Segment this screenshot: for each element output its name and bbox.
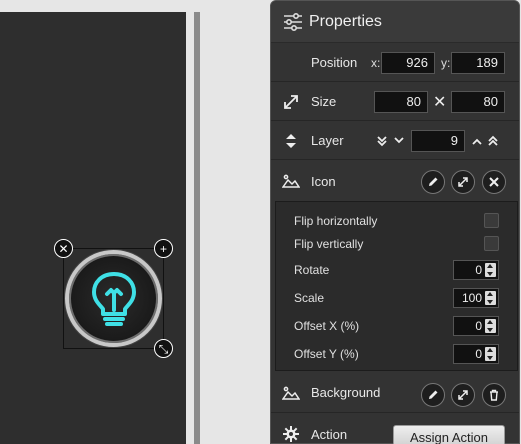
background-label: Background <box>311 385 381 400</box>
trash-icon <box>490 389 498 401</box>
flip-horizontal-label: Flip horizontally <box>294 214 378 228</box>
stepper-arrows-icon[interactable] <box>485 347 496 361</box>
image-icon <box>281 171 301 191</box>
icon-row: Icon <box>271 161 519 201</box>
icon-label: Icon <box>311 173 336 189</box>
offset-x-label: Offset X (%) <box>294 319 360 333</box>
action-label: Action <box>311 426 348 442</box>
properties-header: Properties <box>271 1 519 43</box>
stepper-arrows-icon[interactable] <box>485 263 496 277</box>
height-input[interactable]: 80 <box>451 90 505 113</box>
expand-background-button[interactable] <box>451 383 475 407</box>
position-x-input[interactable]: 926 <box>381 51 435 74</box>
link-size-icon[interactable]: ✕ <box>433 92 446 112</box>
pencil-icon <box>429 177 438 186</box>
gear-icon <box>281 424 301 444</box>
y-label: y: <box>441 55 451 70</box>
rotate-stepper[interactable]: 0 <box>453 260 499 280</box>
rotate-label: Rotate <box>294 263 330 277</box>
size-row: Size 80 ✕ 80 <box>271 83 519 121</box>
resize-handle[interactable]: ⤡ <box>154 339 173 358</box>
scale-value: 100 <box>461 291 482 305</box>
background-row: Background <box>271 373 519 413</box>
resize-icon <box>281 92 301 112</box>
expand-icon <box>458 390 468 400</box>
pencil-icon <box>429 390 438 399</box>
offset-y-label: Offset Y (%) <box>294 347 359 361</box>
properties-panel: Properties Position x: 926 y: 189 Size 8… <box>270 0 520 444</box>
expand-icon <box>458 177 468 187</box>
lightbulb-widget[interactable] <box>65 250 162 347</box>
size-label: Size <box>311 94 337 109</box>
edit-icon-button[interactable] <box>421 170 445 194</box>
offset-x-value: 0 <box>475 319 482 333</box>
design-canvas[interactable] <box>0 12 186 444</box>
layer-input[interactable]: 9 <box>411 129 465 152</box>
icon-options: Flip horizontally Flip vertically Rotate… <box>275 201 518 371</box>
width-input[interactable]: 80 <box>374 90 428 113</box>
delete-background-button[interactable] <box>482 383 506 407</box>
offset-x-stepper[interactable]: 0 <box>453 316 499 336</box>
close-icon <box>489 177 499 187</box>
x-label: x: <box>371 55 381 70</box>
stepper-arrows-icon[interactable] <box>485 319 496 333</box>
layer-label: Layer <box>311 133 344 148</box>
scale-label: Scale <box>294 291 325 305</box>
position-row: Position x: 926 y: 189 <box>271 44 519 82</box>
flip-vertical-checkbox[interactable] <box>484 236 499 251</box>
expand-icon-button[interactable] <box>451 170 475 194</box>
lightbulb-icon <box>92 272 136 326</box>
bring-to-front-icon[interactable] <box>487 135 499 147</box>
position-label: Position <box>311 55 358 70</box>
remove-handle[interactable]: ✕ <box>54 239 73 258</box>
sliders-icon <box>284 12 302 31</box>
up-down-icon <box>281 131 301 151</box>
rotate-value: 0 <box>475 263 482 277</box>
send-backward-icon[interactable] <box>393 136 405 146</box>
offset-y-value: 0 <box>475 347 482 361</box>
image-icon <box>281 383 301 403</box>
scale-stepper[interactable]: 100 <box>453 288 499 308</box>
layer-row: Layer 9 <box>271 122 519 160</box>
add-handle[interactable]: + <box>154 239 173 258</box>
edit-background-button[interactable] <box>421 383 445 407</box>
flip-vertical-label: Flip vertically <box>294 237 364 251</box>
panel-title: Properties <box>309 12 382 30</box>
offset-y-stepper[interactable]: 0 <box>453 344 499 364</box>
canvas-splitter[interactable] <box>194 12 200 444</box>
editor: ✕ + ⤡ Properties Position x: 926 y: 189 <box>0 0 521 444</box>
position-y-input[interactable]: 189 <box>451 51 505 74</box>
assign-action-button[interactable]: Assign Action <box>393 425 505 444</box>
flip-horizontal-checkbox[interactable] <box>484 213 499 228</box>
remove-icon-button[interactable] <box>482 170 506 194</box>
stepper-arrows-icon[interactable] <box>485 291 496 305</box>
bring-forward-icon[interactable] <box>471 136 483 146</box>
send-to-back-icon[interactable] <box>376 135 388 147</box>
